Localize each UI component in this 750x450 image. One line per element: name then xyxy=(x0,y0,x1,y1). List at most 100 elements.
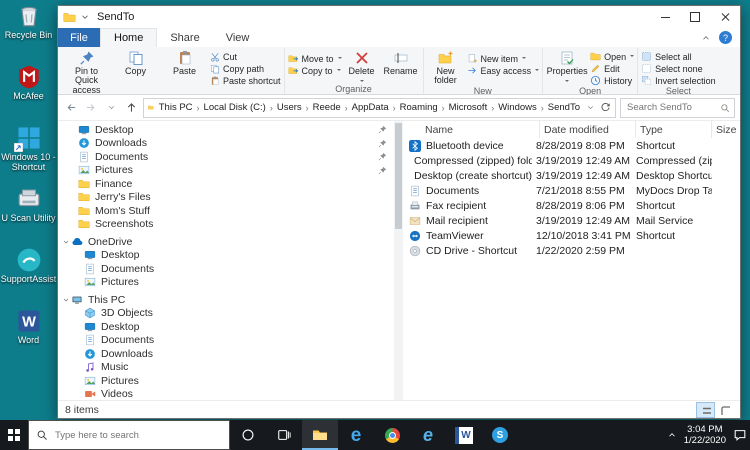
nav-item-jerrys-files[interactable]: Jerry's Files xyxy=(58,191,394,205)
start-button[interactable] xyxy=(0,420,28,450)
nav-item-this-pc[interactable]: This PC xyxy=(58,293,394,307)
taskbar-internet-explorer-button[interactable] xyxy=(410,420,446,450)
select-all-button[interactable]: Select all xyxy=(641,51,716,62)
nav-item-onedrive[interactable]: OneDrive xyxy=(58,235,394,249)
tab-share[interactable]: Share xyxy=(157,28,212,47)
file-row-mail-recipient[interactable]: Mail recipient 3/19/2019 12:49 AM Mail S… xyxy=(403,213,740,228)
details-view-button[interactable] xyxy=(697,403,714,417)
nav-item-3d-objects[interactable]: 3D Objects xyxy=(58,307,394,321)
nav-item-pc-desktop[interactable]: Desktop xyxy=(58,320,394,334)
nav-scrollbar[interactable] xyxy=(394,121,403,400)
help-icon[interactable] xyxy=(719,31,732,44)
copy-path-button[interactable]: Copy path xyxy=(210,63,281,74)
search-box[interactable] xyxy=(620,98,735,118)
column-header-size[interactable]: Size xyxy=(712,121,740,138)
rename-button[interactable]: Rename xyxy=(382,48,420,76)
column-header-name[interactable]: Name xyxy=(403,121,540,138)
new-item-button[interactable]: New item xyxy=(467,53,540,64)
nav-item-desktop-quick[interactable]: Desktop xyxy=(58,123,394,137)
cut-button[interactable]: Cut xyxy=(210,51,281,62)
taskbar-edge-button[interactable] xyxy=(338,420,374,450)
nav-item-pc-videos[interactable]: Videos xyxy=(58,388,394,401)
open-button[interactable]: Open xyxy=(590,51,634,62)
tab-home[interactable]: Home xyxy=(100,28,157,47)
maximize-button[interactable] xyxy=(680,6,710,28)
desktop-icon-supportassist[interactable]: SupportAssist xyxy=(1,247,57,299)
taskbar-search-input[interactable] xyxy=(53,429,222,442)
tab-view[interactable]: View xyxy=(213,28,263,47)
nav-item-onedrive-pictures[interactable]: Pictures xyxy=(58,276,394,290)
nav-item-pc-documents[interactable]: Documents xyxy=(58,334,394,348)
customize-qat-chevron-icon[interactable] xyxy=(80,12,90,22)
breadcrumb-item[interactable]: Local Disk (C:) xyxy=(202,102,275,113)
tab-file[interactable]: File xyxy=(58,28,100,47)
file-row-fax-recipient[interactable]: Fax recipient 8/28/2019 8:06 PM Shortcut xyxy=(403,198,740,213)
nav-item-documents-quick[interactable]: Documents xyxy=(58,150,394,164)
close-button[interactable] xyxy=(710,6,740,28)
taskbar-word-button[interactable] xyxy=(446,420,482,450)
history-button[interactable]: History xyxy=(590,75,634,86)
breadcrumb-item[interactable]: This PC xyxy=(157,102,202,113)
taskbar-search[interactable] xyxy=(28,420,230,450)
cortana-button[interactable] xyxy=(230,420,266,450)
nav-item-pc-downloads[interactable]: Downloads xyxy=(58,347,394,361)
nav-item-onedrive-documents[interactable]: Documents xyxy=(58,262,394,276)
nav-item-pc-music[interactable]: Music xyxy=(58,361,394,375)
refresh-icon[interactable] xyxy=(600,102,611,113)
breadcrumb-item[interactable]: Reede xyxy=(311,102,350,113)
taskbar-skype-button[interactable] xyxy=(482,420,518,450)
large-icons-view-button[interactable] xyxy=(716,403,733,417)
file-row-desktop-create-shortcut[interactable]: Desktop (create shortcut) 3/19/2019 12:4… xyxy=(403,168,740,183)
chevron-down-icon[interactable] xyxy=(62,296,70,304)
copy-button[interactable]: Copy xyxy=(112,48,159,76)
search-input[interactable] xyxy=(625,101,717,114)
nav-item-onedrive-desktop[interactable]: Desktop xyxy=(58,249,394,263)
nav-item-moms-stuff[interactable]: Mom's Stuff xyxy=(58,204,394,218)
up-button[interactable] xyxy=(123,100,139,116)
taskbar-chrome-button[interactable] xyxy=(374,420,410,450)
easy-access-button[interactable]: Easy access xyxy=(467,65,540,76)
paste-shortcut-button[interactable]: Paste shortcut xyxy=(210,75,281,86)
taskbar-clock[interactable]: 3:04 PM 1/22/2020 xyxy=(684,424,726,447)
edit-button[interactable]: Edit xyxy=(590,63,634,74)
address-dropdown-chevron-icon[interactable] xyxy=(586,103,595,112)
nav-item-pc-pictures[interactable]: Pictures xyxy=(58,374,394,388)
desktop-icon-mcafee[interactable]: McAfee xyxy=(1,64,57,116)
move-to-button[interactable]: Move to xyxy=(288,53,342,64)
nav-item-pictures-quick[interactable]: Pictures xyxy=(58,164,394,178)
column-header-type[interactable]: Type xyxy=(636,121,712,138)
nav-item-screenshots[interactable]: Screenshots xyxy=(58,218,394,232)
show-hidden-icons-chevron-icon[interactable] xyxy=(667,430,677,440)
file-row-teamviewer[interactable]: TeamViewer 12/10/2018 3:41 PM Shortcut xyxy=(403,228,740,243)
file-row-bluetooth-device[interactable]: Bluetooth device 8/28/2019 8:08 PM Short… xyxy=(403,138,740,153)
file-row-compressed-folder[interactable]: Compressed (zipped) folder 3/19/2019 12:… xyxy=(403,153,740,168)
new-folder-button[interactable]: New folder xyxy=(427,48,465,86)
desktop-icon-windows10-shortcut[interactable]: Windows 10 - Shortcut xyxy=(1,125,57,177)
pin-to-quick-access-button[interactable]: Pin to Quick access xyxy=(63,48,110,95)
minimize-button[interactable] xyxy=(650,6,680,28)
scrollbar-thumb[interactable] xyxy=(395,123,402,229)
delete-button[interactable]: Delete xyxy=(344,48,380,84)
breadcrumb[interactable]: This PC Local Disk (C:) Users Reede AppD… xyxy=(143,98,616,118)
desktop-icon-recycle-bin[interactable]: Recycle Bin xyxy=(1,3,57,55)
properties-button[interactable]: Properties xyxy=(546,48,588,84)
chevron-down-icon[interactable] xyxy=(62,238,70,246)
nav-item-downloads-quick[interactable]: Downloads xyxy=(58,137,394,151)
task-view-button[interactable] xyxy=(266,420,302,450)
paste-button[interactable]: Paste xyxy=(161,48,208,76)
file-row-documents[interactable]: Documents 7/21/2018 8:55 PM MyDocs Drop … xyxy=(403,183,740,198)
column-header-date-modified[interactable]: Date modified xyxy=(540,121,636,138)
desktop-icon-uscan-utility[interactable]: U Scan Utility xyxy=(1,186,57,238)
invert-selection-button[interactable]: Invert selection xyxy=(641,75,716,86)
breadcrumb-item[interactable]: Roaming xyxy=(398,102,447,113)
action-center-icon[interactable] xyxy=(733,428,747,442)
breadcrumb-item[interactable]: AppData xyxy=(350,102,398,113)
minimize-ribbon-chevron-icon[interactable] xyxy=(701,33,711,43)
breadcrumb-item-current[interactable]: SendTo xyxy=(546,102,582,113)
select-none-button[interactable]: Select none xyxy=(641,63,716,74)
copy-to-button[interactable]: Copy to xyxy=(288,65,342,76)
file-row-cd-drive-shortcut[interactable]: CD Drive - Shortcut 1/22/2020 2:59 PM xyxy=(403,243,740,258)
recent-locations-chevron[interactable] xyxy=(103,100,119,116)
taskbar-file-explorer-button[interactable] xyxy=(302,420,338,450)
forward-button[interactable] xyxy=(83,100,99,116)
